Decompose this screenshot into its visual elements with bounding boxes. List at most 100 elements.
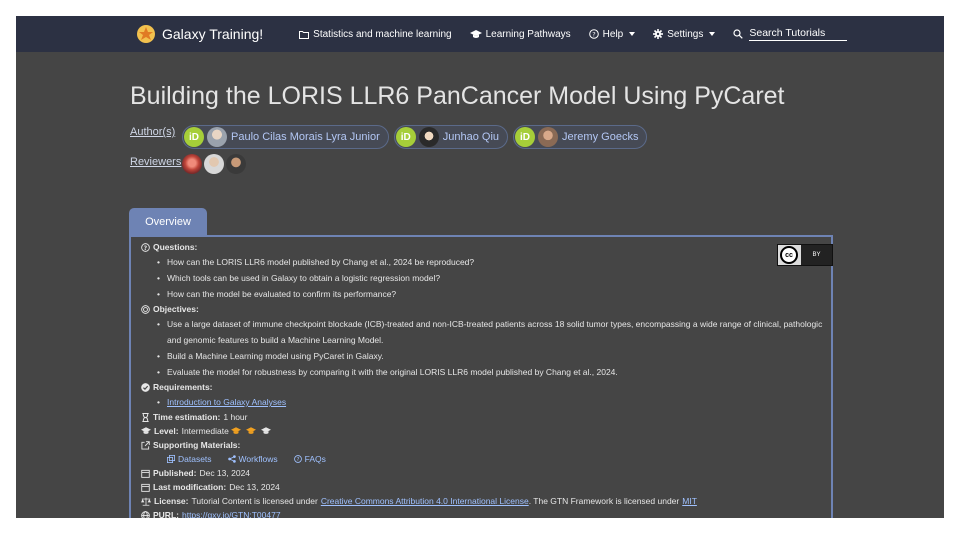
nav-topic-label: Statistics and machine learning (313, 28, 452, 40)
supporting-links: Datasets Workflows ? FAQs (141, 452, 831, 466)
license-text: Tutorial Content is licensed under (191, 496, 318, 506)
gear-icon (653, 29, 664, 39)
workflows-link-label[interactable]: Workflows (239, 454, 278, 464)
orcid-icon[interactable]: iD (395, 127, 416, 147)
top-navbar: Galaxy Training! Statistics and machine … (16, 16, 944, 52)
svg-text:?: ? (296, 457, 299, 463)
reviewers-label[interactable]: Reviewers (130, 156, 181, 168)
target-icon (141, 304, 150, 314)
search-icon (733, 29, 744, 39)
author-name[interactable]: Junhao Qiu (443, 131, 499, 143)
author-pill-junhao[interactable]: iD Junhao Qiu (393, 125, 509, 149)
level-hat-icon (260, 427, 271, 434)
check-circle-icon (141, 382, 150, 392)
license-link[interactable]: Creative Commons Attribution 4.0 Interna… (321, 496, 529, 506)
help-circle-icon: ? (588, 29, 599, 39)
search-input[interactable]: Search Tutorials (749, 27, 848, 41)
purl-label: PURL: (153, 510, 179, 518)
license-text-framework: . The GTN Framework is licensed under (528, 496, 680, 506)
level-row: Level: Intermediate (141, 424, 831, 438)
level-value: Intermediate (181, 426, 229, 436)
copy-icon (167, 455, 175, 463)
questions-list: How can the LORIS LLR6 model published b… (141, 254, 831, 302)
calendar-icon (141, 469, 150, 478)
avatar (207, 127, 227, 147)
time-label: Time estimation: (153, 412, 221, 422)
reviewer-list (182, 154, 248, 174)
published-label: Published: (153, 468, 197, 478)
questions-label: Questions: (153, 242, 198, 252)
list-item: Which tools can be used in Galaxy to obt… (157, 270, 831, 286)
author-pill-paulo[interactable]: iD Paulo Cilas Morais Lyra Junior (182, 125, 389, 149)
overview-panel: cc BY ? Questions: How can the LORIS LLR… (129, 235, 833, 518)
avatar (538, 127, 559, 147)
faqs-link-label[interactable]: FAQs (305, 454, 326, 464)
nav-learning-pathways[interactable]: Learning Pathways (469, 28, 571, 40)
level-hat-icon (245, 427, 256, 434)
globe-icon (141, 510, 150, 518)
modified-row: Last modification: Dec 13, 2024 (141, 480, 831, 494)
nav-learning-pathways-label: Learning Pathways (485, 28, 571, 40)
avatar[interactable] (226, 154, 246, 174)
graduation-cap-icon (141, 427, 151, 434)
faqs-link[interactable]: ? FAQs (293, 454, 326, 464)
nav-settings-label: Settings (667, 28, 704, 40)
page-title: Building the LORIS LLR6 PanCancer Model … (130, 82, 785, 110)
requirements-label: Requirements: (153, 382, 213, 392)
calendar-icon (141, 483, 150, 492)
orcid-icon[interactable]: iD (515, 127, 536, 147)
hourglass-icon (142, 412, 149, 422)
requirements-list: Introduction to Galaxy Analyses (141, 394, 831, 410)
avatar[interactable] (182, 154, 202, 174)
brand-link[interactable]: Galaxy Training! (136, 24, 263, 44)
modified-value: Dec 13, 2024 (229, 482, 280, 492)
purl-link[interactable]: https://gxy.io/GTN:T00477 (182, 510, 281, 518)
search-box[interactable]: Search Tutorials (733, 27, 848, 41)
authors-label[interactable]: Author(s) (130, 126, 175, 138)
nav-help-label: Help (602, 28, 624, 40)
nav-help-dropdown[interactable]: ? Help (588, 28, 636, 40)
list-item: Evaluate the model for robustness by com… (157, 364, 831, 380)
published-value: Dec 13, 2024 (199, 468, 251, 478)
help-circle-icon: ? (293, 455, 302, 463)
avatar (418, 127, 439, 147)
level-hat-icon (230, 427, 241, 434)
purl-row: PURL: https://gxy.io/GTN:T00477 (141, 508, 831, 518)
avatar[interactable] (204, 154, 224, 174)
balance-scale-icon (141, 497, 151, 506)
graduation-cap-icon (469, 29, 482, 38)
requirements-header: Requirements: (141, 380, 831, 394)
objectives-label: Objectives: (153, 304, 199, 314)
time-estimation-row: Time estimation: 1 hour (141, 410, 831, 424)
requirement-link[interactable]: Introduction to Galaxy Analyses (167, 397, 286, 407)
external-link-icon (141, 440, 150, 450)
author-pill-jeremy[interactable]: iD Jeremy Goecks (513, 125, 648, 149)
author-name[interactable]: Jeremy Goecks (562, 131, 638, 143)
workflows-link[interactable]: Workflows (227, 454, 278, 464)
folder-icon (299, 30, 310, 39)
level-label: Level: (154, 426, 179, 436)
mit-license-link[interactable]: MIT (682, 496, 697, 506)
nav-settings-dropdown[interactable]: Settings (653, 28, 716, 40)
list-item: How can the model be evaluated to confir… (157, 286, 831, 302)
author-name[interactable]: Paulo Cilas Morais Lyra Junior (231, 131, 380, 143)
page-frame: Galaxy Training! Statistics and machine … (16, 16, 944, 518)
nav-topic-link[interactable]: Statistics and machine learning (299, 28, 452, 40)
share-nodes-icon (227, 455, 236, 463)
license-row: License: Tutorial Content is licensed un… (141, 494, 831, 508)
galaxy-logo-icon (137, 25, 155, 43)
objectives-list: Use a large dataset of immune checkpoint… (141, 316, 831, 380)
settings-caret-icon (709, 32, 716, 36)
svg-text:?: ? (592, 31, 595, 39)
datasets-link[interactable]: Datasets (167, 454, 212, 464)
modified-label: Last modification: (153, 482, 227, 492)
objectives-header: Objectives: (141, 302, 831, 316)
orcid-icon[interactable]: iD (184, 127, 204, 147)
time-value: 1 hour (223, 412, 248, 422)
list-item: Use a large dataset of immune checkpoint… (157, 316, 831, 348)
tab-overview[interactable]: Overview (129, 208, 207, 236)
questions-header: ? Questions: (141, 240, 831, 254)
license-label: License: (154, 496, 189, 506)
author-list: iD Paulo Cilas Morais Lyra Junior iD Jun… (182, 125, 652, 149)
datasets-link-label[interactable]: Datasets (178, 454, 212, 464)
